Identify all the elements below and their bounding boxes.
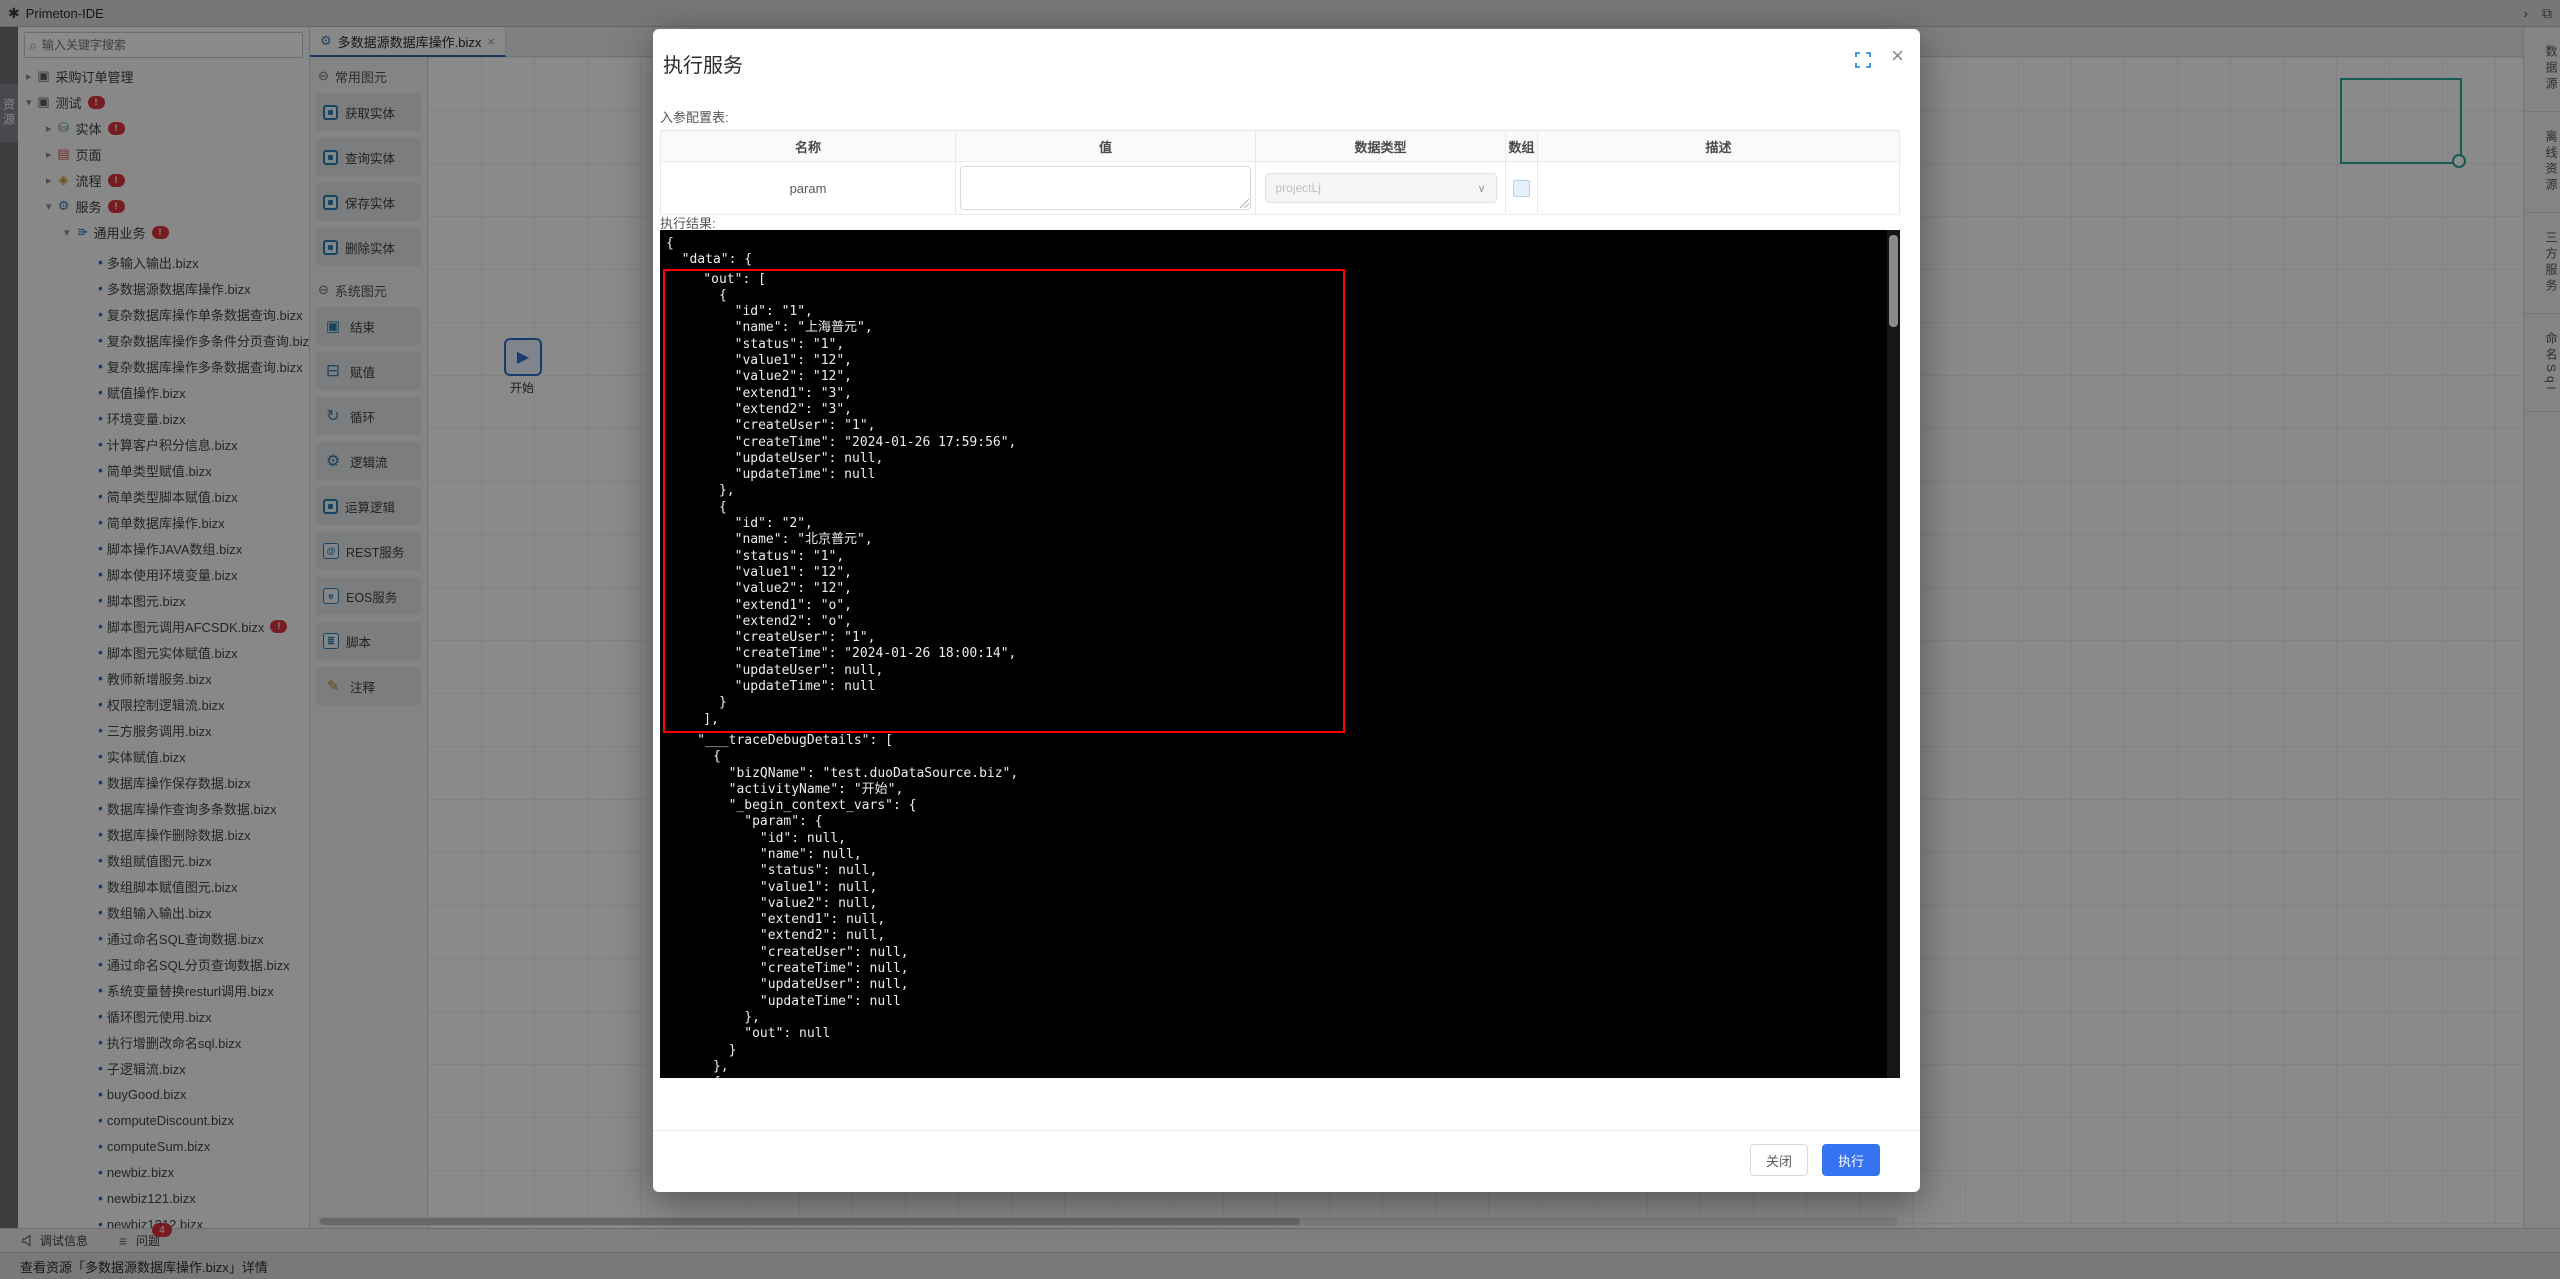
- column-header-name: 名称: [661, 131, 956, 161]
- column-header-array: 数组: [1506, 131, 1538, 161]
- dialog-title: 执行服务: [663, 49, 743, 78]
- params-table-label: 入参配置表:: [660, 107, 729, 126]
- dialog-footer: 关闭 执行: [653, 1130, 1920, 1192]
- column-header-description: 描述: [1538, 131, 1899, 161]
- datatype-select[interactable]: projectLj ∨: [1265, 173, 1497, 203]
- fullscreen-icon[interactable]: [1854, 51, 1872, 69]
- chevron-down-icon: ∨: [1477, 182, 1485, 195]
- console-text: "___traceDebugDetails": [ { "bizQName": …: [660, 733, 1900, 1078]
- debug-highlight-box: "out": [ { "id": "1", "name": "上海普元", "s…: [663, 269, 1345, 733]
- input-params-table: 名称 值 数据类型 数组 描述 param projectLj ∨: [660, 130, 1900, 215]
- column-header-datatype: 数据类型: [1256, 131, 1506, 161]
- column-header-value: 值: [956, 131, 1256, 161]
- resize-handle-icon[interactable]: [1240, 199, 1249, 208]
- run-button[interactable]: 执行: [1822, 1144, 1880, 1176]
- execute-service-dialog: 执行服务 × 入参配置表: 名称 值 数据类型 数组 描述 param p: [653, 29, 1920, 1192]
- description-cell: [1538, 162, 1899, 214]
- console-text-highlighted: "out": [ { "id": "1", "name": "上海普元", "s…: [666, 272, 1343, 728]
- close-icon[interactable]: ×: [1891, 43, 1904, 69]
- console-text: { "data": {: [660, 230, 1900, 269]
- scrollbar-thumb[interactable]: [1889, 235, 1898, 327]
- table-row: param projectLj ∨: [661, 162, 1899, 214]
- datatype-select-value: projectLj: [1276, 181, 1321, 195]
- array-checkbox[interactable]: [1513, 180, 1530, 197]
- param-value-textarea[interactable]: [960, 166, 1251, 210]
- close-button[interactable]: 关闭: [1750, 1144, 1808, 1176]
- console-scrollbar[interactable]: [1887, 230, 1900, 1078]
- param-name-cell: param: [661, 162, 956, 214]
- execution-result-console: { "data": { "out": [ { "id": "1", "name"…: [660, 230, 1900, 1078]
